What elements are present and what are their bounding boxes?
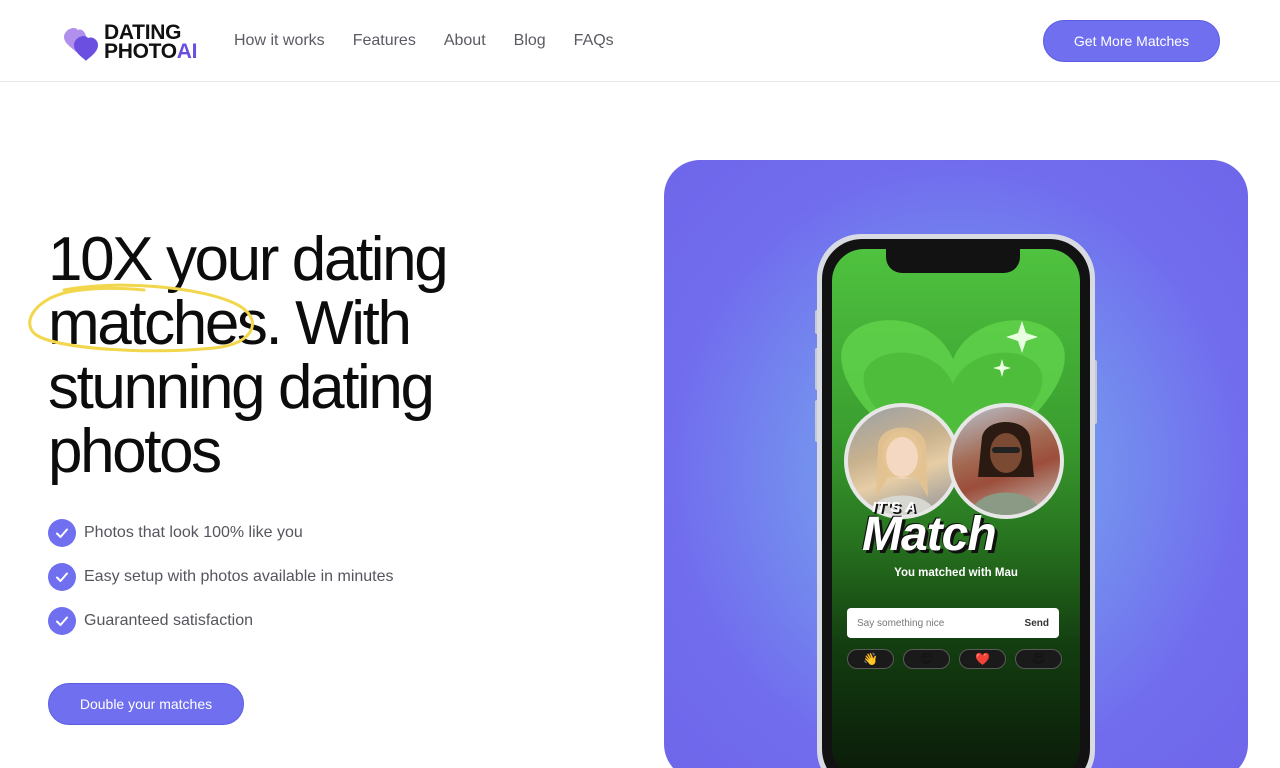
headline-line-4: photos (48, 417, 222, 486)
person-photo-icon (970, 422, 1042, 515)
double-your-matches-button[interactable]: Double your matches (48, 683, 244, 725)
check-circle-icon (48, 607, 76, 635)
get-more-matches-button[interactable]: Get More Matches (1043, 20, 1220, 62)
headline-line-2: matches. With (48, 289, 412, 358)
feature-item: Easy setup with photos available in minu… (48, 562, 394, 592)
emoji-wave-button[interactable]: 👋 (847, 649, 894, 669)
feature-list: Photos that look 100% like you Easy setu… (48, 518, 394, 650)
phone-bezel: IT'S A Match You matched with Mau Say so… (822, 239, 1090, 768)
logo-text: DATING PHOTOAI (104, 22, 198, 63)
logo-word-ai: AI (176, 40, 198, 63)
heart-logo-icon (62, 22, 102, 62)
message-input[interactable]: Say something nice Send (847, 608, 1059, 638)
site-header: DATING PHOTOAI How it works Features Abo… (0, 0, 1280, 82)
main-nav: How it works Features About Blog FAQs (234, 30, 614, 52)
logo-line2: PHOTOAI (104, 40, 198, 63)
avatar-man (948, 403, 1064, 519)
hero-headline: 10X your dating matches. With stunning d… (48, 228, 518, 484)
phone-notch (886, 249, 1020, 273)
send-button[interactable]: Send (1025, 618, 1049, 629)
logo-word-photo: PHOTO (104, 40, 177, 63)
hero-visual-card: IT'S A Match You matched with Mau Say so… (664, 160, 1248, 768)
logo[interactable]: DATING PHOTOAI (62, 20, 212, 64)
match-title: Match (862, 508, 997, 561)
emoji-heart-button[interactable]: ❤️ (959, 649, 1006, 669)
message-placeholder: Say something nice (857, 617, 945, 629)
check-circle-icon (48, 563, 76, 591)
check-circle-icon (48, 519, 76, 547)
nav-faqs[interactable]: FAQs (574, 30, 614, 52)
headline-line-1: 10X your dating (48, 225, 449, 294)
phone-mockup: IT'S A Match You matched with Mau Say so… (817, 234, 1095, 768)
feature-item: Guaranteed satisfaction (48, 606, 394, 636)
feature-text: Easy setup with photos available in minu… (84, 568, 394, 585)
emoji-heart-eyes-button[interactable]: 😍 (1015, 649, 1062, 669)
nav-how-it-works[interactable]: How it works (234, 30, 325, 52)
headline-line-3: stunning dating (48, 353, 435, 422)
match-caption: You matched with Mau (894, 567, 1018, 579)
nav-blog[interactable]: Blog (514, 30, 546, 52)
emoji-quick-replies: 👋 😉 ❤️ 😍 (847, 649, 1062, 669)
nav-about[interactable]: About (444, 30, 486, 52)
feature-text: Guaranteed satisfaction (84, 612, 253, 629)
feature-item: Photos that look 100% like you (48, 518, 394, 548)
feature-text: Photos that look 100% like you (84, 524, 303, 541)
nav-features[interactable]: Features (353, 30, 416, 52)
phone-screen: IT'S A Match You matched with Mau Say so… (832, 249, 1080, 768)
emoji-wink-button[interactable]: 😉 (903, 649, 950, 669)
